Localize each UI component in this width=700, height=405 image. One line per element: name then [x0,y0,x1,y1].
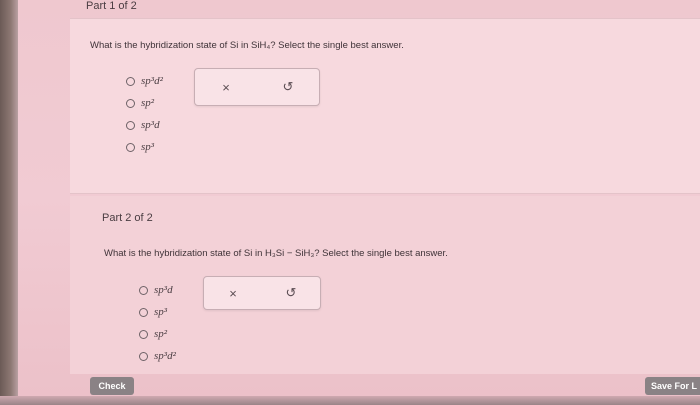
radio-icon[interactable] [139,351,148,361]
radio-icon[interactable] [139,285,148,295]
undo-icon[interactable]: ↺ [279,285,303,301]
radio-icon[interactable] [126,142,135,152]
part2-option-2[interactable]: sp³ [139,301,176,323]
part2-answer-tools: × ↺ [203,276,321,310]
option-label: sp³ [141,141,155,153]
part1-option-1[interactable]: sp³d² [126,70,163,92]
part1-option-2[interactable]: sp² [126,92,163,114]
option-label: sp² [141,97,155,109]
part1-answer-tools: × ↺ [194,68,320,106]
radio-icon[interactable] [126,120,135,130]
save-for-later-button[interactable]: Save For L [645,377,700,395]
option-label: sp³d² [154,350,176,362]
part2-question: What is the hybridization state of Si in… [104,248,448,259]
check-button[interactable]: Check [90,377,134,395]
part1-options: sp³d² sp² sp³d sp³ [126,70,163,158]
radio-icon[interactable] [126,98,135,108]
part2-options: sp³d sp³ sp² sp³d² [139,279,176,367]
option-label: sp² [154,328,168,340]
option-label: sp³ [154,306,168,318]
option-label: sp³d [141,119,160,131]
radio-icon[interactable] [139,307,148,317]
part1-option-4[interactable]: sp³ [126,136,163,158]
radio-icon[interactable] [126,76,135,86]
option-label: sp³d² [141,75,163,87]
screen-bezel-left [0,0,18,405]
part2-option-3[interactable]: sp² [139,323,176,345]
part1-label: Part 1 of 2 [86,0,137,12]
radio-icon[interactable] [139,329,148,339]
part2-label: Part 2 of 2 [102,212,153,224]
part2-option-4[interactable]: sp³d² [139,345,176,367]
part1-question: What is the hybridization state of Si in… [90,40,404,51]
screen-bezel-bottom [0,396,700,405]
clear-icon[interactable]: × [214,80,238,95]
part2-option-1[interactable]: sp³d [139,279,176,301]
option-label: sp³d [154,284,173,296]
part1-option-3[interactable]: sp³d [126,114,163,136]
undo-icon[interactable]: ↺ [276,79,300,95]
clear-icon[interactable]: × [221,286,245,301]
